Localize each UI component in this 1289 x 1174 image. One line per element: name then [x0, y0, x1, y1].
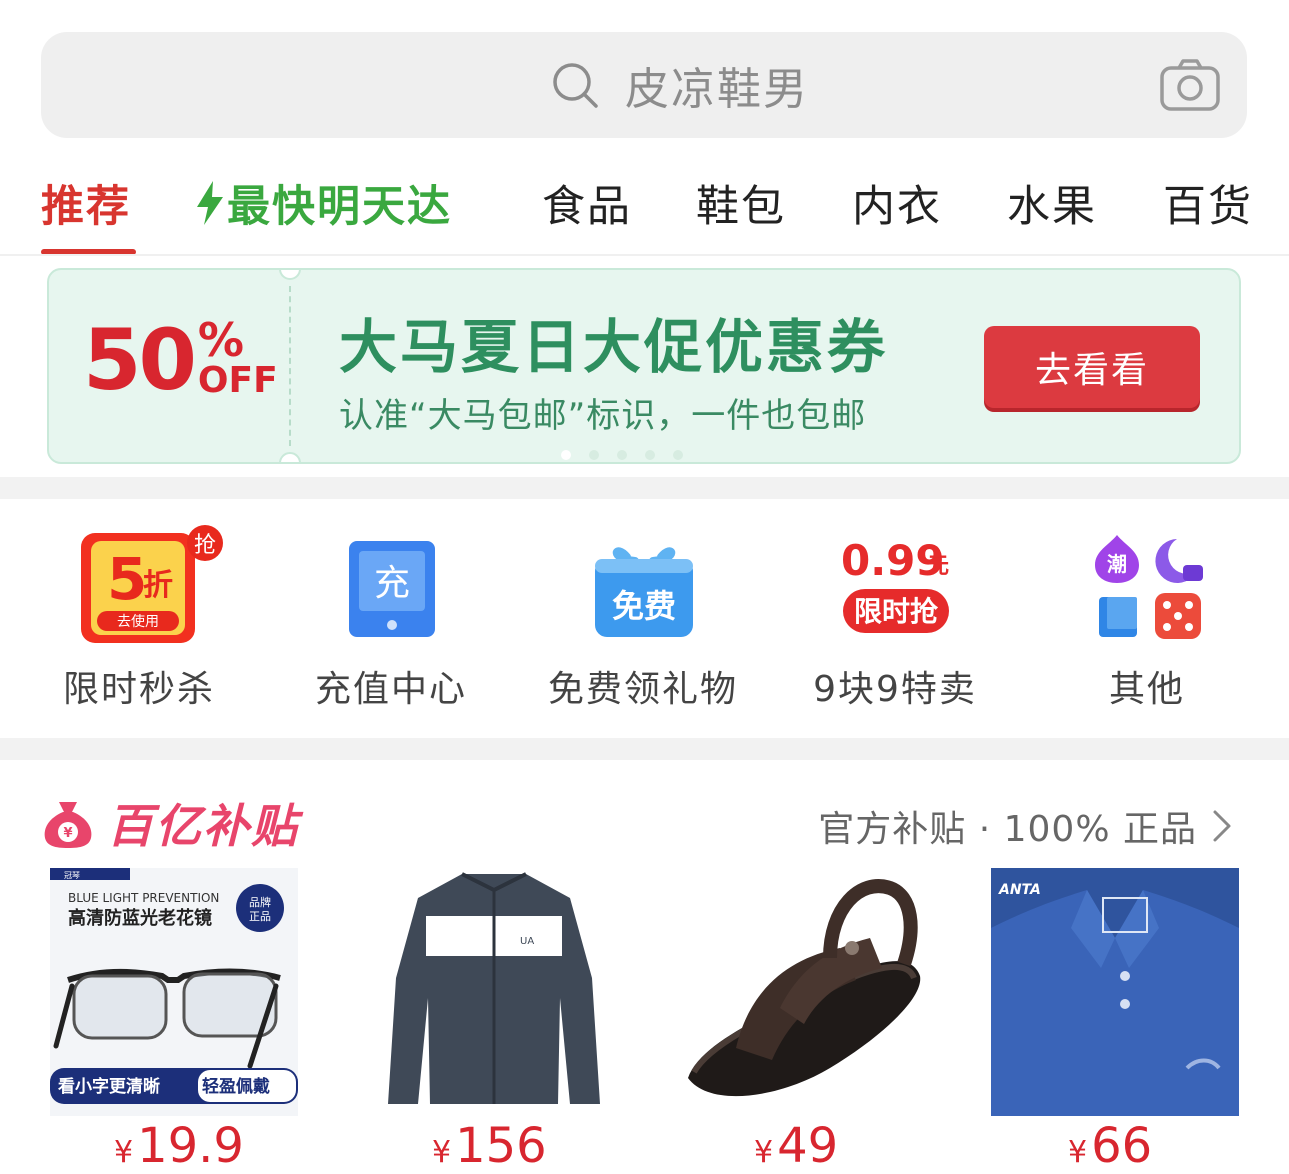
flash-sale-sub: 去使用 — [117, 613, 159, 630]
subsidy-header[interactable]: ¥ 百亿补贴 — [41, 790, 299, 856]
product-image-sandals — [680, 868, 928, 1116]
chevron-right-icon — [1213, 810, 1231, 842]
carousel-dots — [561, 450, 683, 460]
ticket-divider — [289, 286, 291, 446]
tab-shoes-bags[interactable]: 鞋包 — [696, 172, 786, 234]
product-card-polo[interactable]: ANTA — [991, 868, 1239, 1116]
flash-sale-badge: 抢 — [194, 533, 216, 558]
discount-number: 50 — [83, 311, 197, 409]
product-card-jacket[interactable]: UA — [370, 868, 618, 1116]
carousel-dot — [617, 450, 627, 460]
svg-text:UA: UA — [520, 936, 534, 947]
shortcut-label: 免费领礼物 — [547, 669, 738, 710]
tab-recommended[interactable]: 推荐 — [41, 172, 131, 234]
discount-percent: % — [197, 313, 244, 367]
subsidy-title: 百亿补贴 — [107, 799, 299, 853]
glasses-corner-text: 冠琴 — [64, 871, 80, 880]
product-price: ¥49 — [754, 1118, 839, 1174]
svg-text:5: 5 — [107, 545, 147, 613]
carousel-dot — [645, 450, 655, 460]
search-center: 皮凉鞋男 — [551, 32, 809, 138]
glasses-bottom-left: 看小字更清晰 — [57, 1076, 160, 1097]
gift-icon: 免费 — [595, 547, 693, 637]
money-bag-icon: ¥ — [44, 802, 92, 848]
camera-icon[interactable] — [1159, 58, 1221, 112]
product-card-sandals[interactable] — [680, 868, 928, 1116]
glasses-title: 高清防蓝光老花镜 — [68, 907, 212, 929]
product-image-glasses: 冠琴 BLUE LIGHT PREVENTION 高清防蓝光老花镜 品牌 正品 … — [50, 868, 298, 1116]
category-tabs: 推荐 最快明天达 食品 鞋包 内衣 水果 百货 — [0, 150, 1289, 255]
subsidy-tag-label: 官方补贴 · 100% 正品 — [818, 809, 1197, 850]
svg-text:正品: 正品 — [249, 910, 271, 923]
banner-title: 大马夏日大促优惠券 — [339, 313, 889, 381]
carousel-dot — [589, 450, 599, 460]
price-tag-icon: 0.99 元 限时抢 — [841, 537, 949, 633]
recharge-glyph: 充 — [374, 563, 410, 604]
search-bar[interactable]: 皮凉鞋男 — [41, 32, 1247, 138]
product-price: ¥19.9 — [114, 1118, 244, 1174]
product-price: ¥156 — [432, 1118, 547, 1174]
glasses-bottom-right: 轻盈佩戴 — [202, 1076, 270, 1097]
nine-nine-unit: 元 — [927, 554, 949, 579]
product-image-jacket: UA — [370, 868, 618, 1116]
tabs-divider — [0, 254, 1289, 256]
view-coupon-button[interactable]: 去看看 — [984, 326, 1200, 408]
product-card-glasses[interactable]: 冠琴 BLUE LIGHT PREVENTION 高清防蓝光老花镜 品牌 正品 … — [50, 868, 298, 1116]
svg-text:品牌: 品牌 — [249, 895, 271, 909]
more-apps-icon: 潮 — [1095, 535, 1203, 639]
shortcut-label: 其他 — [1108, 669, 1185, 710]
tab-fastest-delivery[interactable]: 最快明天达 — [193, 172, 452, 234]
ticket-notch — [279, 270, 301, 280]
search-placeholder[interactable]: 皮凉鞋男 — [625, 53, 809, 117]
discount-word: OFF — [197, 360, 278, 401]
polo-brand: ANTA — [998, 882, 1041, 898]
svg-text:¥: ¥ — [63, 826, 72, 841]
discount-badge: 50 % OFF — [83, 311, 278, 409]
shortcut-label: 9块9特卖 — [813, 669, 977, 710]
tab-fastest-delivery-label: 最快明天达 — [227, 182, 452, 232]
tab-fruit[interactable]: 水果 — [1007, 172, 1097, 234]
recharge-icon: 充 — [349, 541, 435, 637]
flash-sale-icon: 5 折 去使用 抢 — [81, 525, 223, 643]
flash-sale-unit: 折 — [143, 568, 173, 603]
shortcut-label: 限时秒杀 — [62, 669, 215, 710]
subsidy-tag[interactable]: 官方补贴 · 100% 正品 — [818, 800, 1233, 852]
product-image-polo: ANTA — [991, 868, 1239, 1116]
nine-nine-tag: 限时抢 — [854, 595, 939, 628]
carousel-dot — [673, 450, 683, 460]
glasses-top-text: BLUE LIGHT PREVENTION — [68, 891, 219, 905]
gift-glyph: 免费 — [612, 587, 676, 625]
tab-underwear[interactable]: 内衣 — [852, 172, 942, 234]
product-price: ¥66 — [1068, 1118, 1153, 1174]
tab-general-goods[interactable]: 百货 — [1163, 172, 1253, 234]
section-separator — [0, 738, 1289, 760]
lightning-icon — [197, 181, 223, 225]
ticket-notch — [279, 452, 301, 462]
coupon-banner[interactable]: 50 % OFF 大马夏日大促优惠券 认准“大马包邮”标识，一件也包邮 去看看 — [47, 268, 1241, 464]
shortcut-label: 充值中心 — [314, 669, 467, 710]
tab-food[interactable]: 食品 — [542, 172, 632, 234]
carousel-dot — [561, 450, 571, 460]
banner-subtitle: 认准“大马包邮”标识，一件也包邮 — [339, 396, 867, 436]
section-separator — [0, 477, 1289, 499]
search-icon — [553, 63, 598, 108]
trend-glyph: 潮 — [1107, 552, 1127, 576]
